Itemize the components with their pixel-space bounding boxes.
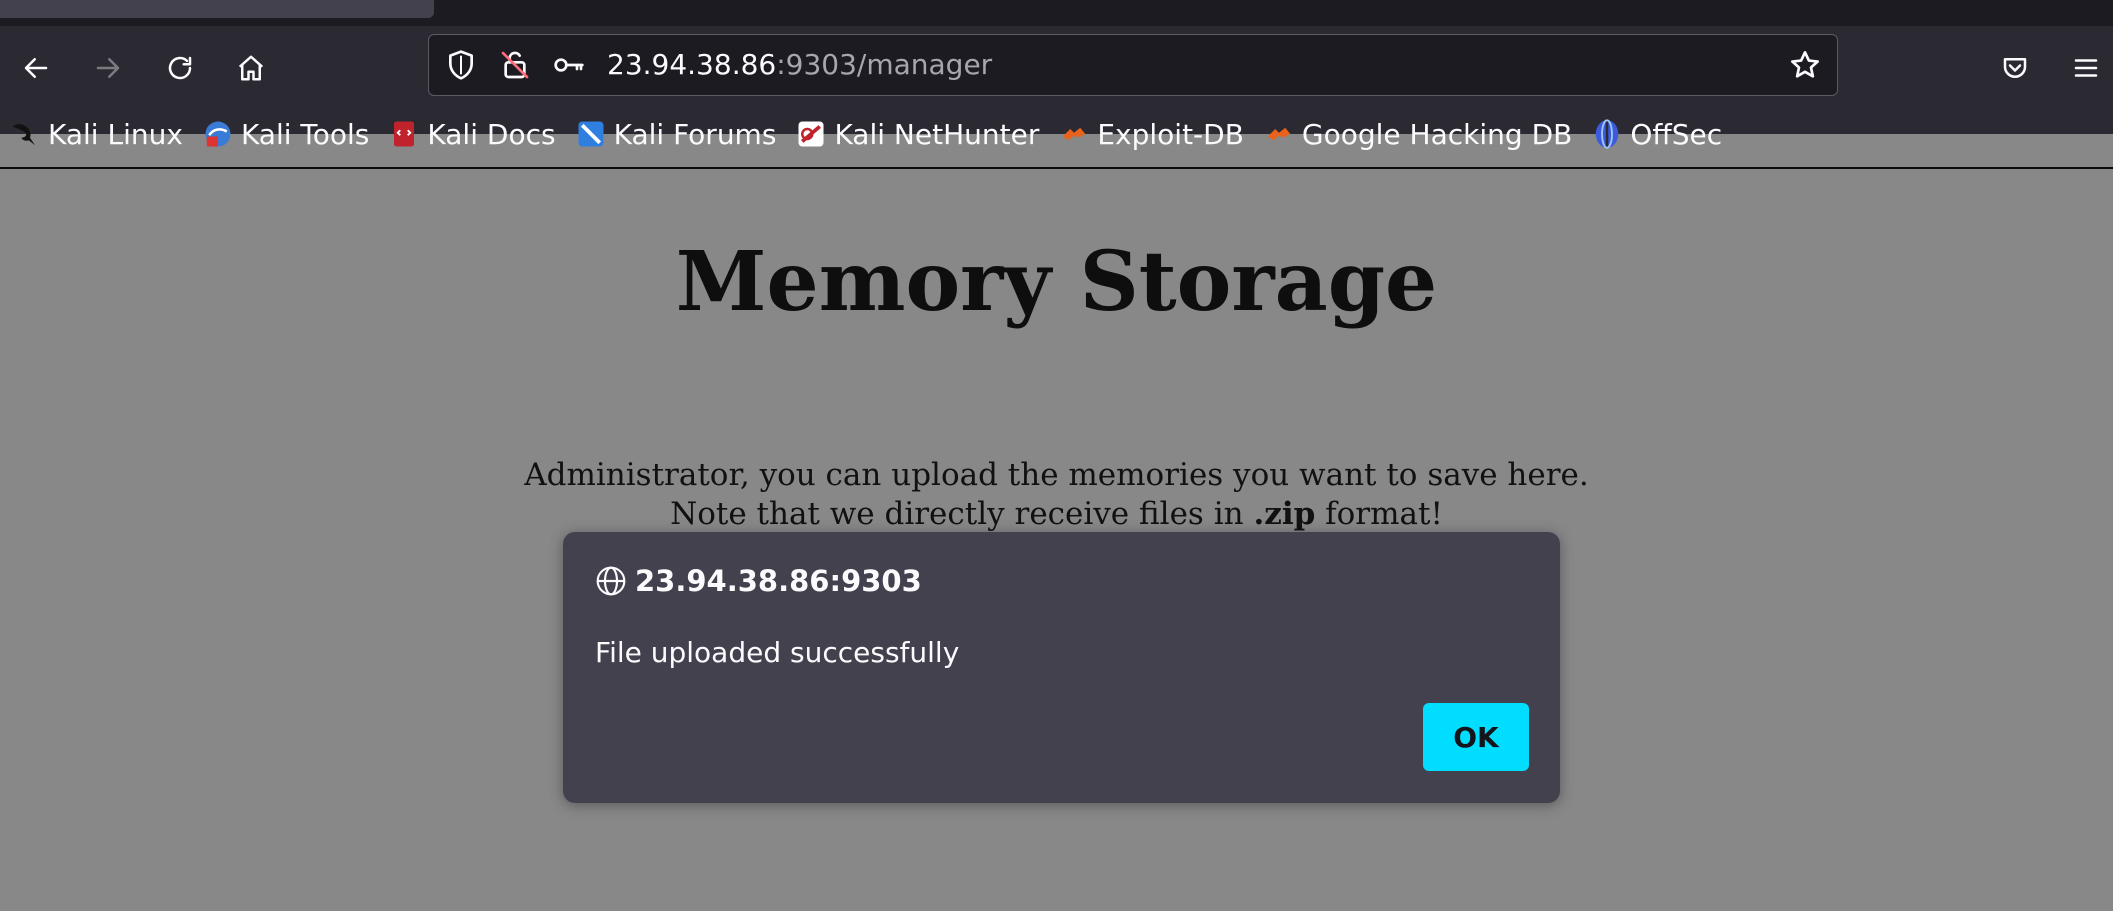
bookmark-google-hacking-db[interactable]: Google Hacking DB — [1254, 114, 1582, 154]
hamburger-menu-icon — [2074, 59, 2098, 77]
bookmark-star-icon[interactable] — [1789, 49, 1821, 81]
kali-dragon-icon — [10, 119, 40, 149]
pocket-icon — [2003, 58, 2027, 78]
bookmark-label: Exploit-DB — [1097, 117, 1244, 151]
insecure-lock-icon[interactable] — [499, 49, 531, 81]
kali-docs-icon — [389, 119, 419, 149]
bookmark-kali-nethunter[interactable]: Kali NetHunter — [786, 114, 1049, 154]
bookmark-exploit-db[interactable]: Exploit-DB — [1049, 114, 1254, 154]
bookmark-label: Kali Tools — [240, 117, 370, 151]
toolbar-divider — [0, 167, 2113, 169]
bookmarks-toolbar: Kali Linux Kali Tools Kali Docs Kali For… — [0, 106, 2113, 162]
kali-forums-icon — [576, 119, 606, 149]
shield-icon[interactable] — [445, 49, 477, 81]
home-button[interactable] — [227, 44, 275, 92]
arrow-right-icon — [96, 58, 120, 78]
back-button[interactable] — [12, 44, 60, 92]
home-icon — [238, 55, 264, 81]
reload-icon — [168, 56, 192, 80]
description-text-end: format! — [1315, 496, 1443, 532]
kali-tools-icon — [203, 119, 233, 149]
zip-format-text: .zip — [1253, 496, 1316, 532]
bookmark-label: Kali NetHunter — [834, 117, 1040, 151]
bookmark-kali-docs[interactable]: Kali Docs — [379, 114, 565, 154]
description-line-1: Administrator, you can upload the memori… — [524, 457, 1589, 493]
bookmark-label: OffSec — [1630, 117, 1723, 151]
description-text: Note that we directly receive files in — [670, 496, 1254, 532]
bookmark-kali-tools[interactable]: Kali Tools — [193, 114, 379, 154]
bookmark-kali-linux[interactable]: Kali Linux — [0, 114, 193, 154]
arrow-left-icon — [24, 58, 48, 78]
url-path: :9303/manager — [776, 48, 993, 81]
pocket-button[interactable] — [1991, 44, 2039, 92]
page-description: Administrator, you can upload the memori… — [0, 456, 2113, 534]
exploit-db-icon — [1059, 119, 1089, 149]
bookmark-label: Kali Linux — [48, 117, 183, 151]
dialog-origin: 23.94.38.86:9303 — [595, 564, 922, 598]
navigation-toolbar: 23.94.38.86:9303/manager Kali Linux Kali… — [0, 26, 2113, 151]
bookmark-kali-forums[interactable]: Kali Forums — [566, 114, 787, 154]
bookmark-label: Google Hacking DB — [1301, 117, 1573, 151]
reload-button[interactable] — [156, 44, 204, 92]
menu-button[interactable] — [2062, 44, 2110, 92]
url-bar[interactable]: 23.94.38.86:9303/manager — [428, 34, 1838, 96]
forward-button[interactable] — [84, 44, 132, 92]
ghdb-icon — [1264, 119, 1294, 149]
kali-nethunter-icon — [796, 119, 826, 149]
offsec-icon — [1592, 119, 1622, 149]
bookmark-offsec[interactable]: OffSec — [1582, 114, 1732, 154]
alert-dialog: 23.94.38.86:9303 File uploaded successfu… — [563, 532, 1560, 803]
description-line-2: Note that we directly receive files in .… — [0, 495, 2113, 534]
tab-strip — [0, 0, 2113, 26]
url-host: 23.94.38.86 — [607, 48, 777, 81]
page-title: Memory Storage — [675, 234, 1438, 330]
dialog-origin-text: 23.94.38.86:9303 — [635, 564, 922, 598]
ok-button[interactable]: OK — [1423, 703, 1529, 771]
key-icon[interactable] — [553, 49, 585, 81]
globe-icon — [596, 566, 626, 596]
url-text[interactable]: 23.94.38.86:9303/manager — [607, 47, 992, 83]
bookmark-label: Kali Docs — [427, 117, 556, 151]
dialog-message: File uploaded successfully — [595, 636, 960, 669]
active-tab[interactable] — [0, 0, 434, 18]
bookmark-label: Kali Forums — [613, 117, 777, 151]
